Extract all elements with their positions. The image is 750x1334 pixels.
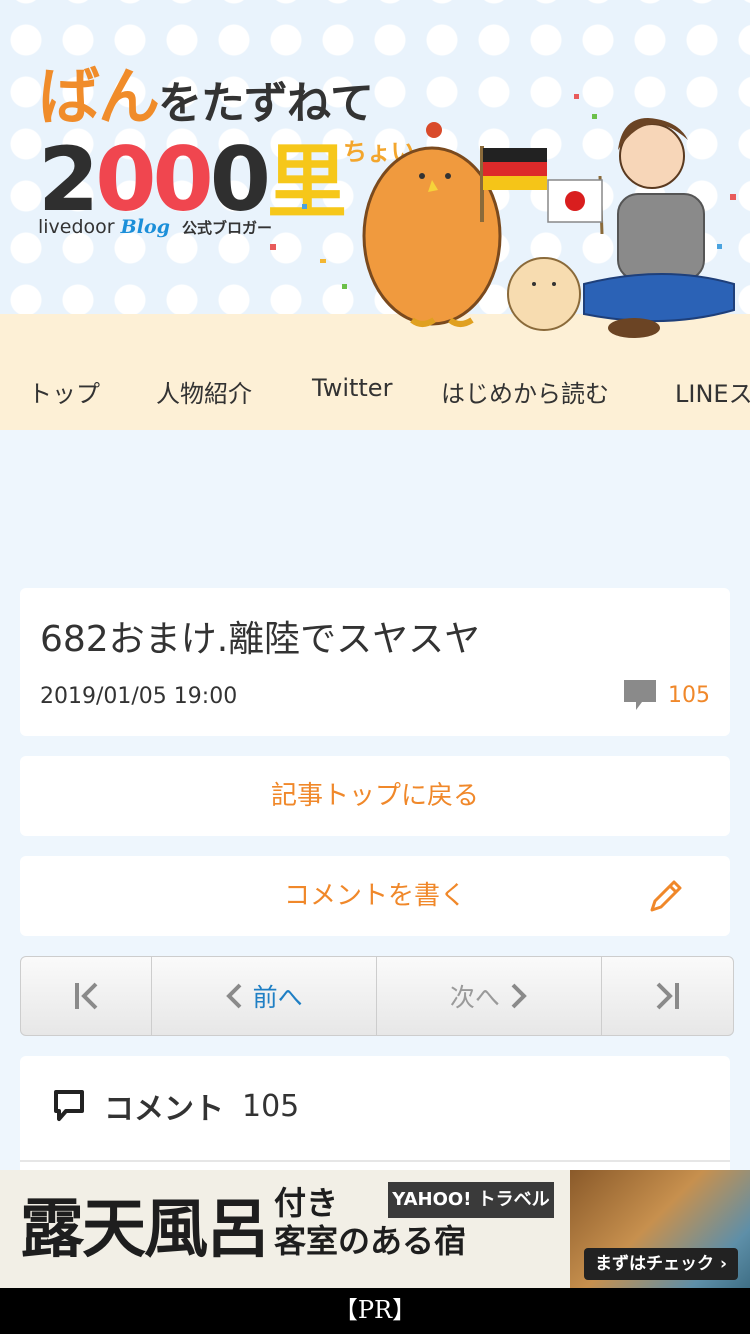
chevron-left-icon <box>225 983 242 1009</box>
global-nav: トップ 人物紹介 Twitter はじめから読む LINEス <box>0 352 750 432</box>
ad-headline-small-2: 客室のある宿 <box>274 1222 467 1260</box>
comments-heading: コメント 105 <box>52 1084 299 1128</box>
write-comment-label: コメントを書く <box>283 881 466 911</box>
pager-prev-label: 前へ <box>252 983 303 1012</box>
chevron-right-icon <box>511 983 527 1009</box>
write-comment-button[interactable]: コメントを書く <box>20 856 730 936</box>
official-blogger-label: 公式ブロガー <box>181 219 272 237</box>
nav-item-line-stamp[interactable]: LINEス <box>675 374 750 409</box>
ad-headline-big: 露天風呂 <box>20 1192 270 1267</box>
ad-brand-logo: YAHOO! トラベル <box>388 1182 554 1218</box>
livedoor-label: livedoor <box>38 216 115 238</box>
ad-banner[interactable]: 露天風呂 付き 客室のある宿 YAHOO! トラベル まずはチェック › <box>0 1170 750 1288</box>
first-page-icon <box>74 982 98 1010</box>
livedoor-blog-badge: livedoor Blog 公式ブロガー <box>38 216 272 238</box>
blog-label: Blog <box>120 216 170 238</box>
article-header-card: 682おまけ.離陸でスヤスヤ 2019/01/05 19:00 105 <box>20 588 730 736</box>
comment-count: 105 <box>668 682 710 708</box>
pager-next-button[interactable]: 次へ <box>377 957 603 1035</box>
comment-bubble-icon <box>624 680 656 710</box>
nav-item-twitter[interactable]: Twitter <box>312 374 392 402</box>
comments-icon <box>54 1090 84 1121</box>
ad-cta-button[interactable]: まずはチェック › <box>584 1248 738 1280</box>
pager-first-button[interactable] <box>21 957 152 1035</box>
ad-headline-small-1: 付き <box>274 1184 339 1222</box>
comments-section: コメント 105 <box>20 1056 730 1176</box>
ad-pr-label: 【PR】 <box>0 1288 750 1334</box>
last-page-icon <box>656 982 679 1010</box>
comments-divider <box>20 1160 730 1162</box>
article-title[interactable]: 682おまけ.離陸でスヤスヤ <box>40 610 480 662</box>
comment-count-link[interactable]: 105 <box>624 680 710 710</box>
pager-last-button[interactable] <box>602 957 733 1035</box>
comments-heading-label: コメント <box>104 1092 224 1127</box>
header-illustration <box>270 94 736 338</box>
nav-item-read-from-start[interactable]: はじめから読む <box>441 374 609 409</box>
nav-item-profile[interactable]: 人物紹介 <box>156 374 252 409</box>
article-date: 2019/01/05 19:00 <box>40 684 238 709</box>
back-to-article-top-button[interactable]: 記事トップに戻る <box>20 756 730 836</box>
back-to-article-top-label: 記事トップに戻る <box>270 781 479 811</box>
article-pager: 前へ 次へ <box>20 956 734 1036</box>
pager-next-label: 次へ <box>449 983 500 1012</box>
pager-prev-button[interactable]: 前へ <box>152 957 377 1035</box>
pencil-icon <box>650 880 682 912</box>
comments-heading-count: 105 <box>242 1088 300 1124</box>
nav-item-top[interactable]: トップ <box>28 374 100 409</box>
